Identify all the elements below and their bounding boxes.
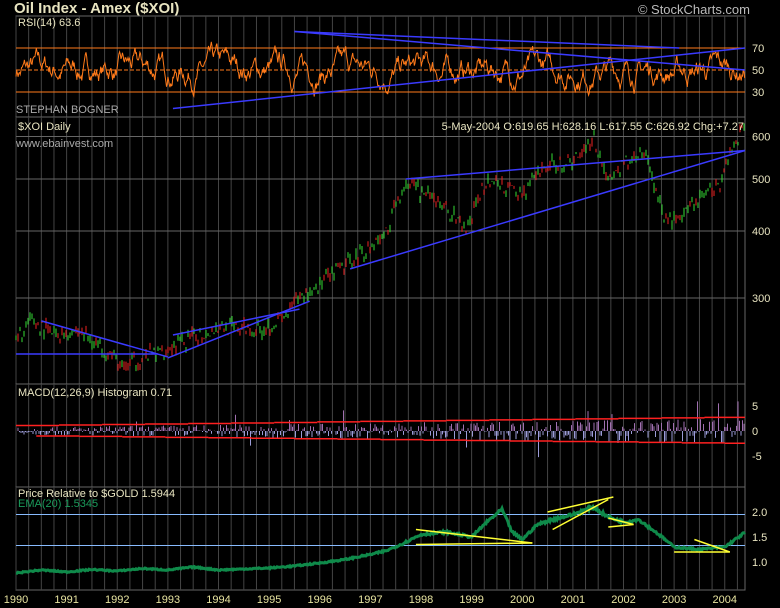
x-tick-label: 2002	[611, 594, 635, 606]
watermark-author: STEPHAN BOGNER	[16, 104, 119, 116]
rsi-tick-label: 30	[752, 87, 764, 99]
x-tick-label: 2001	[561, 594, 585, 606]
relative-tick-label: 2.0	[752, 507, 767, 519]
panel-macd	[15, 383, 746, 488]
macd-tick-label: 5	[752, 401, 758, 413]
price-tick-label: 300	[752, 293, 770, 305]
relative-tick-label: 1.0	[752, 557, 767, 569]
price-tick-label: 500	[752, 174, 770, 186]
macd-label: MACD(12,26,9) Histogram 0.71	[18, 387, 173, 399]
rsi-tick-label: 50	[752, 65, 764, 77]
ema-label: EMA(20) 1.5345	[18, 498, 99, 510]
x-tick-label: 1995	[257, 594, 281, 606]
macd-tick-label: 0	[752, 426, 758, 438]
x-tick-label: 1999	[459, 594, 483, 606]
x-tick-label: 1991	[54, 594, 78, 606]
rsi-tick-label: 70	[752, 43, 764, 55]
price-quote: 5-May-2004 O:619.65 H:628.16 L:617.55 C:…	[441, 121, 744, 133]
price-tick-label: 600	[752, 132, 770, 144]
x-tick-label: 1998	[409, 594, 433, 606]
panel-rsi	[15, 15, 746, 118]
x-tick-label: 2000	[510, 594, 534, 606]
x-tick-label: 1994	[206, 594, 230, 606]
macd-tick-label: -5	[752, 451, 762, 463]
x-tick-label: 1996	[308, 594, 332, 606]
x-tick-label: 2003	[662, 594, 686, 606]
x-tick-label: 1990	[4, 594, 28, 606]
x-tick-label: 2004	[713, 594, 737, 606]
panel-rel	[15, 486, 746, 591]
price-label: $XOI Daily	[18, 121, 71, 133]
website-watermark: www.ebainvest.com	[16, 138, 114, 150]
relative-tick-label: 1.5	[752, 532, 767, 544]
chart-canvas: 1990 1991 1992 1993 1994 1995 1996 1997 1998 1999…	[4, 15, 770, 606]
price-tick-label: 400	[752, 226, 770, 238]
x-tick-label: 1992	[105, 594, 129, 606]
rsi-label: RSI(14) 63.6	[18, 17, 81, 29]
x-tick-label: 1993	[156, 594, 180, 606]
x-tick-label: 1997	[358, 594, 382, 606]
